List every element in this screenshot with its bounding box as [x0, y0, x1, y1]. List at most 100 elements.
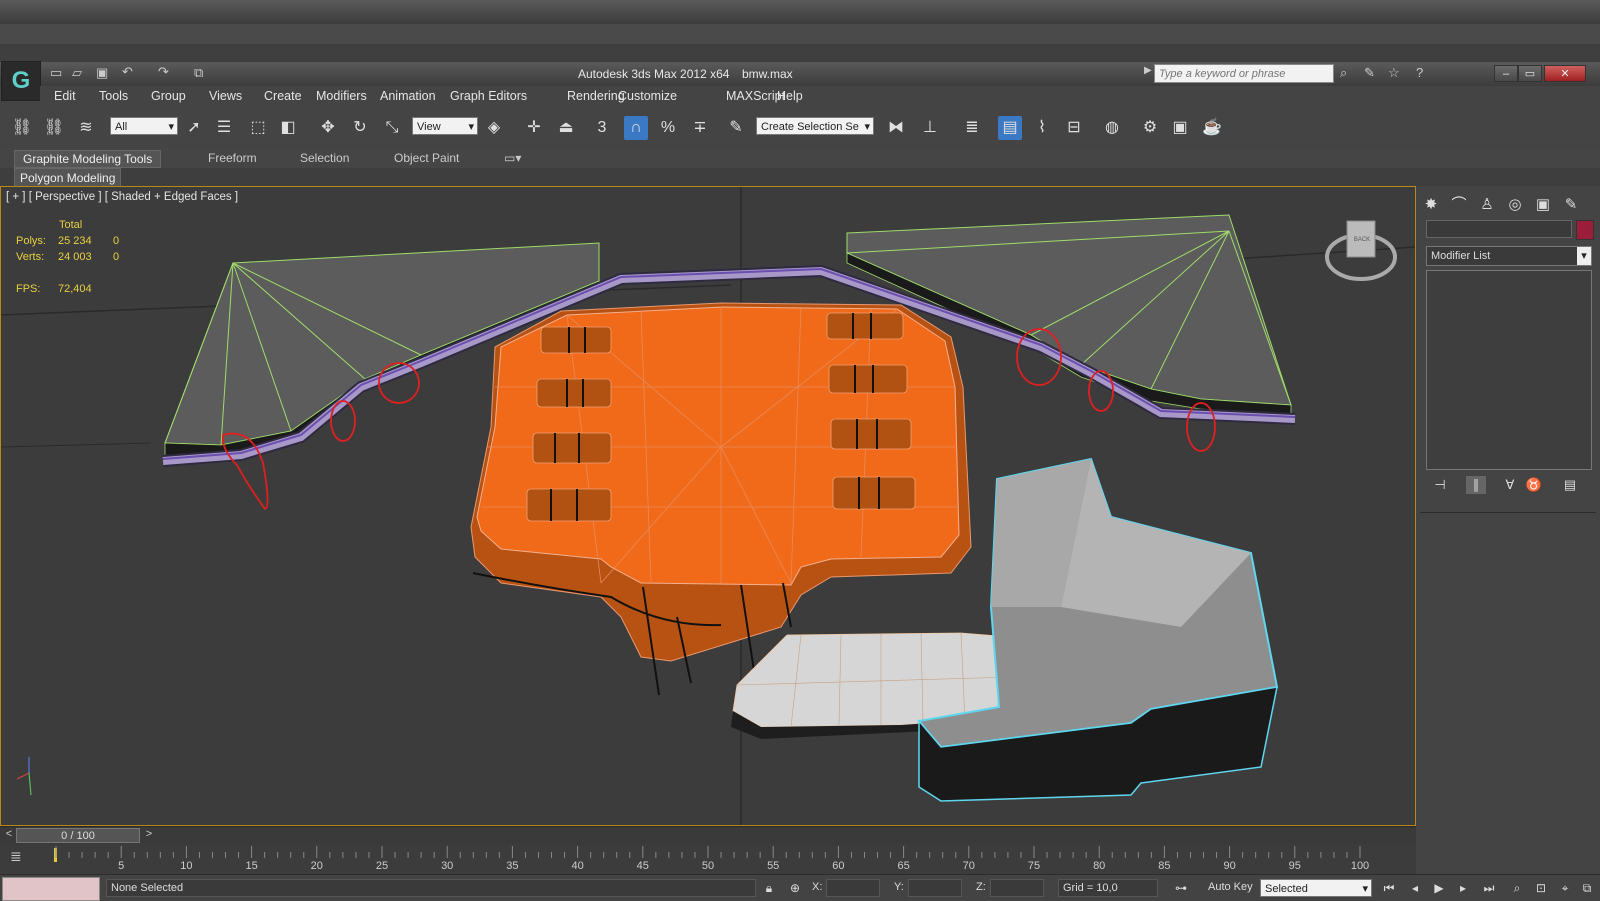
- search-expand-icon[interactable]: ▶: [1144, 65, 1152, 76]
- layer-manager-icon[interactable]: ≣: [960, 116, 984, 140]
- menu-rendering[interactable]: Rendering: [567, 89, 625, 103]
- tab-graphite-modeling-tools[interactable]: Graphite Modeling Tools: [14, 150, 162, 168]
- render-production-icon[interactable]: ☕: [1200, 116, 1224, 140]
- menu-edit[interactable]: Edit: [54, 89, 76, 103]
- align-icon[interactable]: ⊥: [918, 116, 942, 140]
- ribbon-options-icon[interactable]: ▭▾: [496, 150, 529, 166]
- show-end-result-icon[interactable]: ∥: [1466, 476, 1486, 494]
- favorites-icon[interactable]: ☆: [1388, 65, 1400, 81]
- spinner-snap-icon[interactable]: ∓: [688, 116, 712, 140]
- zoom-icon[interactable]: ⌕: [1508, 879, 1526, 897]
- key-mode-dropdown[interactable]: Selected: [1260, 879, 1372, 898]
- edit-named-selection-icon[interactable]: ✎: [724, 116, 748, 140]
- time-slider-thumb[interactable]: 0 / 100: [16, 828, 140, 843]
- x-coordinate-field[interactable]: [826, 879, 880, 897]
- snaps-toggle-icon[interactable]: 3: [590, 116, 614, 140]
- remove-modifier-icon[interactable]: ♉: [1524, 476, 1544, 494]
- menu-modifiers[interactable]: Modifiers: [316, 89, 367, 103]
- rendered-frame-icon[interactable]: ▣: [1168, 116, 1192, 140]
- render-setup-icon[interactable]: ⚙: [1138, 116, 1162, 140]
- object-color-swatch[interactable]: [1576, 220, 1594, 240]
- selection-region-icon[interactable]: ⬚: [246, 116, 270, 140]
- lock-icon[interactable]: 🔒︎: [760, 879, 778, 897]
- graphite-toggle-icon[interactable]: ▤: [998, 116, 1022, 140]
- modify-tab-icon[interactable]: ⌒: [1448, 194, 1470, 216]
- field-of-view-icon[interactable]: ⌖: [1556, 879, 1574, 897]
- time-slider[interactable]: < 0 / 100 >: [0, 826, 1416, 845]
- tab-freeform[interactable]: Freeform: [200, 150, 265, 166]
- create-tab-icon[interactable]: ✸: [1420, 194, 1442, 216]
- track-bar[interactable]: ≣ 5 10 15 20 25 30 35 40 45 50 55 60 65 70 75 80 85 90 95 1…: [0, 844, 1416, 874]
- keyboard-shortcut-icon[interactable]: ⏏: [554, 116, 578, 140]
- scale-icon[interactable]: ⤡: [380, 116, 404, 140]
- named-selection-dropdown[interactable]: Create Selection Se: [756, 117, 874, 136]
- ref-coord-dropdown[interactable]: View: [412, 117, 478, 136]
- move-icon[interactable]: ✥: [316, 116, 340, 140]
- menu-views[interactable]: Views: [209, 89, 242, 103]
- project-folder-icon[interactable]: ⧉: [194, 65, 203, 81]
- tab-selection[interactable]: Selection: [292, 150, 357, 166]
- time-next-button[interactable]: >: [142, 828, 156, 843]
- angle-snap-icon[interactable]: ∩: [624, 116, 648, 140]
- minimize-button[interactable]: –: [1494, 65, 1518, 82]
- go-to-start-icon[interactable]: ⏮: [1380, 879, 1398, 897]
- perspective-viewport[interactable]: [ + ] [ Perspective ] [ Shaded + Edged F…: [0, 186, 1416, 826]
- y-coordinate-field[interactable]: [908, 879, 962, 897]
- schematic-view-icon[interactable]: ⊟: [1062, 116, 1086, 140]
- pivot-center-icon[interactable]: ◈: [482, 116, 506, 140]
- next-frame-icon[interactable]: ▸: [1454, 879, 1472, 897]
- configure-modifier-sets-icon[interactable]: ▤: [1560, 476, 1580, 494]
- time-prev-button[interactable]: <: [2, 828, 16, 843]
- modifier-list-dropdown[interactable]: Modifier List: [1426, 246, 1592, 266]
- menu-group[interactable]: Group: [151, 89, 186, 103]
- previous-frame-icon[interactable]: ◂: [1406, 879, 1424, 897]
- tab-object-paint[interactable]: Object Paint: [386, 150, 467, 166]
- zoom-extents-icon[interactable]: ⊡: [1532, 879, 1550, 897]
- search-input[interactable]: [1154, 64, 1334, 83]
- maximize-button[interactable]: ▭: [1518, 65, 1542, 82]
- object-name-field[interactable]: [1426, 220, 1572, 238]
- menu-help[interactable]: Help: [777, 89, 803, 103]
- redo-icon[interactable]: ↷: [158, 64, 169, 80]
- unlink-icon[interactable]: ⛓: [42, 116, 66, 140]
- select-manipulate-icon[interactable]: ✛: [522, 116, 546, 140]
- material-editor-icon[interactable]: ◍: [1100, 116, 1124, 140]
- undo-icon[interactable]: ↶: [122, 64, 133, 80]
- mirror-icon[interactable]: ⧓: [884, 116, 908, 140]
- go-to-end-icon[interactable]: ⏭: [1480, 879, 1498, 897]
- play-icon[interactable]: ▶: [1430, 879, 1448, 897]
- select-object-icon[interactable]: ➚: [182, 116, 206, 140]
- menu-tools[interactable]: Tools: [99, 89, 128, 103]
- motion-tab-icon[interactable]: ◎: [1504, 194, 1526, 216]
- set-key-icon[interactable]: ⊶: [1172, 879, 1190, 897]
- open-file-icon[interactable]: ▱: [72, 65, 82, 81]
- viewport-label[interactable]: [ + ] [ Perspective ] [ Shaded + Edged F…: [6, 191, 238, 203]
- menu-customize[interactable]: Customize: [618, 89, 677, 103]
- maximize-viewport-icon[interactable]: ⧉: [1578, 879, 1596, 897]
- modifier-stack[interactable]: [1426, 270, 1592, 470]
- utilities-tab-icon[interactable]: ✎: [1560, 194, 1582, 216]
- app-logo-icon[interactable]: G: [1, 61, 41, 101]
- rotate-icon[interactable]: ↻: [348, 116, 372, 140]
- selection-filter-dropdown[interactable]: All: [110, 117, 178, 136]
- viewcube-face-label[interactable]: BACK: [1351, 237, 1373, 243]
- menu-create[interactable]: Create: [264, 89, 302, 103]
- select-by-name-icon[interactable]: ☰: [212, 116, 236, 140]
- display-tab-icon[interactable]: ▣: [1532, 194, 1554, 216]
- curve-editor-icon[interactable]: ⌇: [1030, 116, 1054, 140]
- close-button[interactable]: ✕: [1544, 65, 1586, 82]
- communication-center-icon[interactable]: ✎: [1364, 65, 1375, 81]
- make-unique-icon[interactable]: ∀: [1500, 476, 1520, 494]
- help-icon[interactable]: ?: [1416, 65, 1423, 80]
- polygon-modeling-panel[interactable]: Polygon Modeling: [14, 168, 122, 188]
- new-file-icon[interactable]: ▭: [50, 65, 62, 81]
- menu-graph-editors[interactable]: Graph Editors: [450, 89, 527, 103]
- window-crossing-icon[interactable]: ◧: [276, 116, 300, 140]
- absolute-mode-icon[interactable]: ⊕: [786, 879, 804, 897]
- binoculars-icon[interactable]: ⌕: [1340, 65, 1347, 81]
- link-icon[interactable]: ⛓: [10, 116, 34, 140]
- pin-stack-icon[interactable]: ⊣: [1430, 476, 1450, 494]
- bind-space-warp-icon[interactable]: ≋: [74, 116, 98, 140]
- hierarchy-tab-icon[interactable]: ♙: [1476, 194, 1498, 216]
- auto-key-button[interactable]: Auto Key: [1208, 881, 1253, 893]
